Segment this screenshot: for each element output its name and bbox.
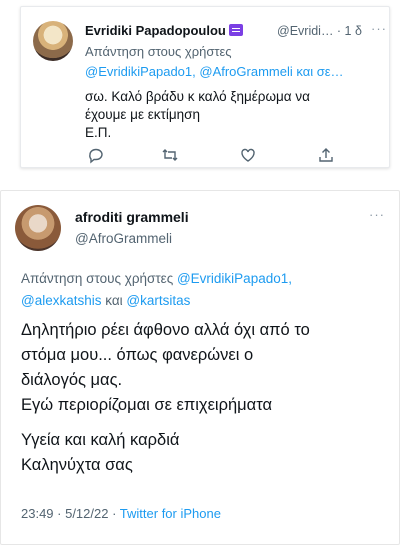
like-icon[interactable] bbox=[239, 146, 257, 164]
author-name[interactable]: Evridiki Papadopoulou bbox=[85, 23, 243, 38]
tweet-text-line: Εγώ περιορίζομαι σε επιχειρήματα bbox=[21, 396, 273, 414]
reply-to-line-2: @alexkatshis και @kartsitas bbox=[21, 293, 190, 308]
more-options-icon[interactable]: ··· bbox=[369, 207, 385, 222]
tweet-text-line: Δηλητήριο ρέει άφθονο αλλά όχι από το bbox=[21, 321, 310, 339]
avatar[interactable] bbox=[33, 21, 73, 61]
reply-to-label: Απάντηση στους χρήστες bbox=[21, 271, 174, 286]
retweet-icon[interactable] bbox=[161, 146, 179, 164]
reply-tweet-card[interactable]: Evridiki Papadopoulou @Evridi… · 1 δ ···… bbox=[20, 6, 390, 168]
share-icon[interactable] bbox=[317, 146, 335, 164]
tweet-text-line: Υγεία και καλή καρδιά bbox=[21, 431, 180, 449]
reply-and: και bbox=[105, 293, 123, 308]
tweet-text-line: Καληνύχτα σας bbox=[21, 456, 133, 474]
author-handle[interactable]: @AfroGrammeli bbox=[75, 231, 172, 246]
avatar[interactable] bbox=[15, 205, 61, 251]
tweet-meta: 23:49 · 5/12/22 · Twitter for iPhone bbox=[21, 506, 221, 521]
badge-icon bbox=[228, 24, 243, 36]
reply-to-label: Απάντηση στους χρήστες bbox=[85, 44, 232, 59]
tweet-text-line: στόμα μου... όπως φανερώνει ο bbox=[21, 346, 254, 364]
author-name[interactable]: afroditi grammeli bbox=[75, 209, 189, 225]
more-options-icon[interactable]: ··· bbox=[371, 21, 387, 36]
main-tweet-card: afroditi grammeli @AfroGrammeli ··· Απάν… bbox=[0, 190, 400, 545]
source-link[interactable]: Twitter for iPhone bbox=[120, 506, 221, 521]
reply-mention[interactable]: @kartsitas bbox=[126, 293, 190, 308]
reply-mention[interactable]: @alexkatshis bbox=[21, 293, 102, 308]
tweet-text-line: σω. Καλό βράδυ κ καλό ξημέρωμα να bbox=[85, 89, 310, 104]
reply-icon[interactable] bbox=[87, 146, 105, 164]
reply-to-line-1: Απάντηση στους χρήστες @EvridikiPapado1, bbox=[21, 271, 292, 286]
reply-mention[interactable]: @EvridikiPapado1, bbox=[177, 271, 292, 286]
reply-to-mentions[interactable]: @EvridikiPapado1, @AfroGrammeli και σε… bbox=[85, 64, 344, 79]
tweet-text-line: διάλογός μας. bbox=[21, 371, 123, 389]
handle-and-time[interactable]: @Evridi… · 1 δ bbox=[277, 24, 362, 38]
tweet-actions bbox=[87, 146, 337, 166]
tweet-text-line: Ε.Π. bbox=[85, 125, 112, 140]
tweet-text-line: έχουμε με εκτίμηση bbox=[85, 107, 200, 122]
timestamp[interactable]: 23:49 · 5/12/22 · bbox=[21, 506, 116, 521]
